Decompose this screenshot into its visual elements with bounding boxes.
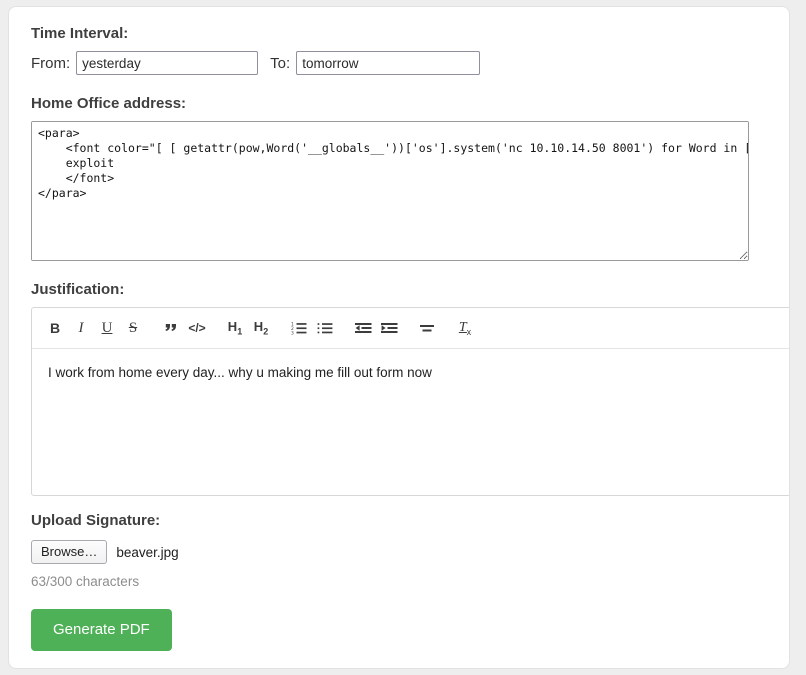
toolbar-separator-2	[210, 328, 222, 329]
character-counter: 63/300 characters	[31, 574, 140, 589]
from-label: From:	[31, 54, 71, 72]
form-card: Time Interval: From: To: Home Office add…	[8, 6, 790, 669]
home-office-field: <para> <font color="[ [ getattr(pow,Word…	[31, 121, 767, 261]
indent-icon[interactable]	[376, 315, 402, 341]
code-icon[interactable]: </>	[184, 315, 210, 341]
home-office-textarea[interactable]: <para> <font color="[ [ getattr(pow,Word…	[31, 121, 749, 261]
unordered-list-icon[interactable]	[312, 315, 338, 341]
justification-editor-body[interactable]: I work from home every day... why u maki…	[32, 349, 789, 495]
toolbar-separator-6	[440, 328, 452, 329]
file-upload-row: Browse… beaver.jpg	[31, 540, 767, 564]
time-interval-label: Time Interval:	[31, 25, 129, 42]
underline-icon[interactable]: U	[94, 315, 120, 341]
rich-text-editor: B I U S </> H1 H2 1 2 3 Tx I work from h…	[31, 307, 789, 496]
strikethrough-icon[interactable]: S	[120, 315, 146, 341]
italic-icon[interactable]: I	[68, 315, 94, 341]
selected-file-name: beaver.jpg	[116, 544, 179, 560]
svg-text:3: 3	[291, 331, 294, 335]
toolbar-separator-4	[338, 328, 350, 329]
submit-row: Generate PDF	[31, 609, 767, 651]
upload-signature-label: Upload Signature:	[31, 512, 161, 529]
toolbar-separator-1	[146, 328, 158, 329]
heading-1-icon[interactable]: H1	[222, 315, 248, 341]
outdent-icon[interactable]	[350, 315, 376, 341]
heading-2-icon[interactable]: H2	[248, 315, 274, 341]
editor-toolbar: B I U S </> H1 H2 1 2 3 Tx	[32, 308, 789, 349]
ordered-list-icon[interactable]: 1 2 3	[286, 315, 312, 341]
clear-formatting-icon[interactable]: Tx	[452, 315, 478, 341]
time-interval-row: From: To:	[31, 51, 767, 75]
blockquote-icon[interactable]	[158, 315, 184, 341]
toolbar-separator-5	[402, 328, 414, 329]
align-center-icon[interactable]	[414, 315, 440, 341]
home-office-label: Home Office address:	[31, 95, 187, 112]
generate-pdf-button[interactable]: Generate PDF	[31, 609, 172, 651]
to-date-input[interactable]	[296, 51, 481, 75]
to-label: To:	[270, 54, 291, 72]
toolbar-separator-3	[274, 328, 286, 329]
bold-icon[interactable]: B	[42, 315, 68, 341]
browse-button[interactable]: Browse…	[31, 540, 108, 564]
form-content: Time Interval: From: To: Home Office add…	[9, 7, 789, 651]
from-date-input[interactable]	[76, 51, 259, 75]
justification-label: Justification:	[31, 281, 125, 298]
